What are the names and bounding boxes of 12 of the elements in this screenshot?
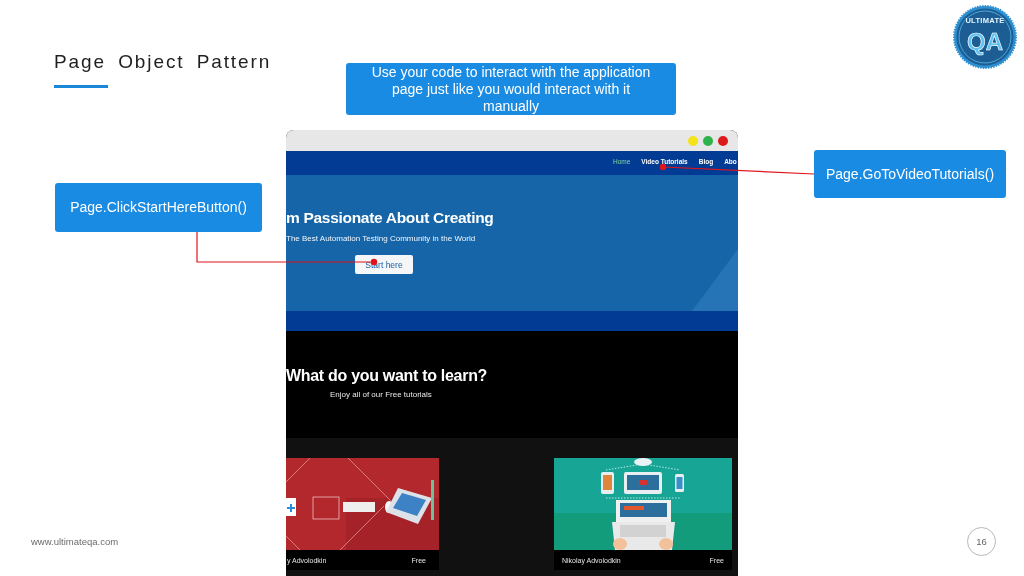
logo-mark: QA — [967, 28, 1003, 55]
section-heading: What do you want to learn? — [286, 367, 488, 385]
method-callout: Page.GoToVideoTutorials() — [814, 150, 1006, 198]
section-subheading: Enjoy all of our Free tutorials — [330, 390, 432, 400]
slide-title: Page Object Pattern — [54, 50, 272, 74]
note-callout: Use your code to interact with the application page just like you would interact with it manually — [346, 63, 676, 115]
title-underline — [54, 85, 108, 88]
footer-url: www.ultimateqa.com — [31, 536, 119, 547]
hero-subheading: The Best Automation Testing Community in the World — [286, 234, 476, 244]
hero-stripe-drawing — [692, 249, 738, 311]
hero-heading: m Passionate About Creating — [286, 209, 494, 227]
method-callout: Page.ClickStartHereButton() — [55, 183, 262, 232]
